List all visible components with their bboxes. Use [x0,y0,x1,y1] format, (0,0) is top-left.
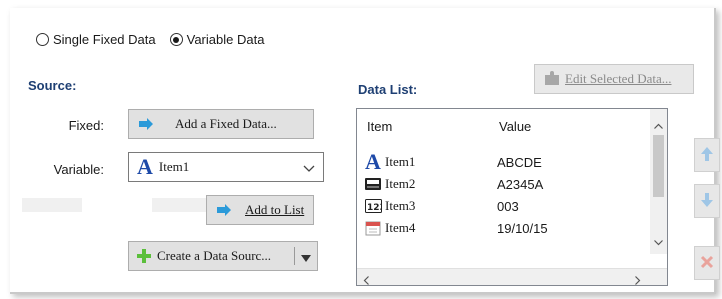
add-fixed-data-button[interactable]: Add a Fixed Data... [128,109,314,139]
list-item[interactable]: A Item1 ABCDE [357,151,667,173]
text-a-icon: A [365,149,381,174]
arrow-down-icon [700,192,714,211]
list-item-name: Item4 [365,220,415,236]
list-item[interactable]: 123 Item3 003 [357,195,667,217]
scroll-down-icon[interactable] [654,234,663,249]
item-value: 19/10/15 [497,220,548,236]
variable-label: Variable: [53,162,104,177]
faded-background-text [152,198,212,212]
dropdown-arrow-icon[interactable] [301,251,311,267]
button-label: Edit Selected Data... [565,71,672,86]
number-icon: 123 [365,199,385,213]
data-list[interactable]: Item Value A Item1 ABCDE Item2 A2345A 12… [356,108,668,286]
svg-text:123: 123 [367,203,382,213]
move-up-button[interactable] [694,138,720,172]
item-label: Item1 [385,154,416,169]
edit-puzzle-icon [543,71,561,87]
plus-icon [135,248,153,264]
variable-select-value: Item1 [158,159,190,174]
counter-icon [365,177,385,191]
radio-label: Variable Data [186,32,265,47]
text-a-icon: A [137,154,153,179]
delete-x-icon [700,255,714,272]
item-label: Item4 [385,220,416,235]
source-title: Source: [28,78,77,93]
fixed-label: Fixed: [68,118,104,133]
delete-button[interactable] [694,246,720,280]
arrow-up-icon [700,146,714,165]
radio-circle[interactable] [36,33,49,46]
scroll-left-icon[interactable] [363,273,369,285]
arrow-right-icon [137,116,155,132]
item-value: A2345A [497,176,544,192]
list-item-name: A Item1 [365,149,416,174]
button-label: Add a Fixed Data... [175,116,277,131]
create-data-source-button[interactable]: Create a Data Sourc... [128,241,318,271]
variable-data-panel: Single Fixed Data Variable Data Source: … [10,8,720,294]
scroll-thumb[interactable] [653,135,664,197]
faded-background-text [22,198,82,212]
list-item-name: Item2 [365,176,415,192]
item-value: 003 [497,198,519,214]
item-label: Item3 [385,198,416,213]
radio-variable-data[interactable]: Variable Data [169,32,265,47]
vertical-scrollbar[interactable] [650,109,667,254]
arrow-right-icon [215,202,233,218]
radio-circle[interactable] [169,33,183,46]
edit-selected-data-button[interactable]: Edit Selected Data... [534,64,694,94]
list-item[interactable]: Item2 A2345A [357,173,667,195]
split-divider [294,247,295,265]
calendar-icon [365,220,385,236]
button-label: Create a Data Sourc... [157,248,272,263]
data-list-title: Data List: [358,82,418,97]
button-label: Add to List [245,202,305,217]
list-item-name: 123 Item3 [365,198,415,214]
variable-select[interactable]: A Item1 [128,152,324,182]
chevron-down-icon[interactable] [303,161,315,177]
horizontal-scrollbar[interactable] [357,268,667,285]
add-to-list-button[interactable]: Add to List [206,195,314,225]
scroll-right-icon[interactable] [635,273,641,285]
radio-label: Single Fixed Data [53,32,156,47]
column-header-value[interactable]: Value [499,119,531,134]
radio-single-fixed-data[interactable]: Single Fixed Data [36,32,156,47]
list-item[interactable]: Item4 19/10/15 [357,217,667,239]
item-label: Item2 [385,176,416,191]
move-down-button[interactable] [694,184,720,218]
item-value: ABCDE [497,154,542,170]
scroll-up-icon[interactable] [654,117,663,132]
mode-radio-group: Single Fixed Data Variable Data [36,32,278,47]
column-header-item[interactable]: Item [367,119,392,134]
